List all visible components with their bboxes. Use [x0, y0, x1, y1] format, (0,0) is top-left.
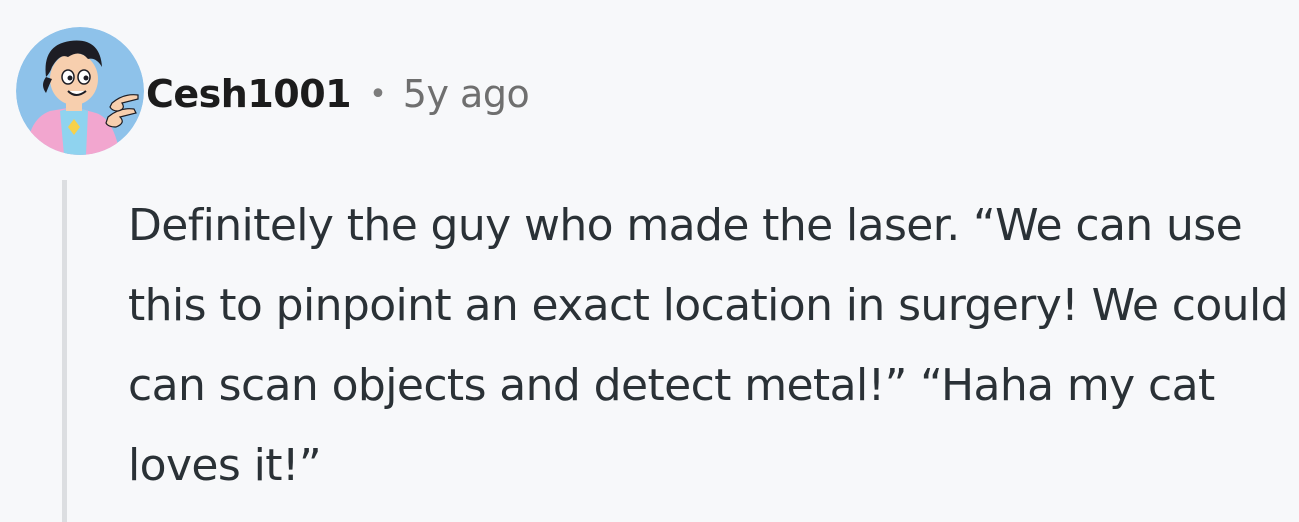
comment: Cesh1001 • 5y ago Definitely the guy who… — [0, 0, 1299, 522]
meta-separator: • — [369, 76, 387, 112]
avatar[interactable] — [16, 27, 144, 155]
comment-body: Definitely the guy who made the laser. “… — [128, 200, 1289, 491]
comment-header: Cesh1001 • 5y ago — [16, 27, 530, 155]
cartoon-character-avatar-icon — [16, 27, 144, 155]
thread-collapse-line[interactable] — [62, 180, 67, 522]
author-username[interactable]: Cesh1001 — [146, 72, 352, 116]
comment-timestamp[interactable]: 5y ago — [403, 72, 530, 116]
